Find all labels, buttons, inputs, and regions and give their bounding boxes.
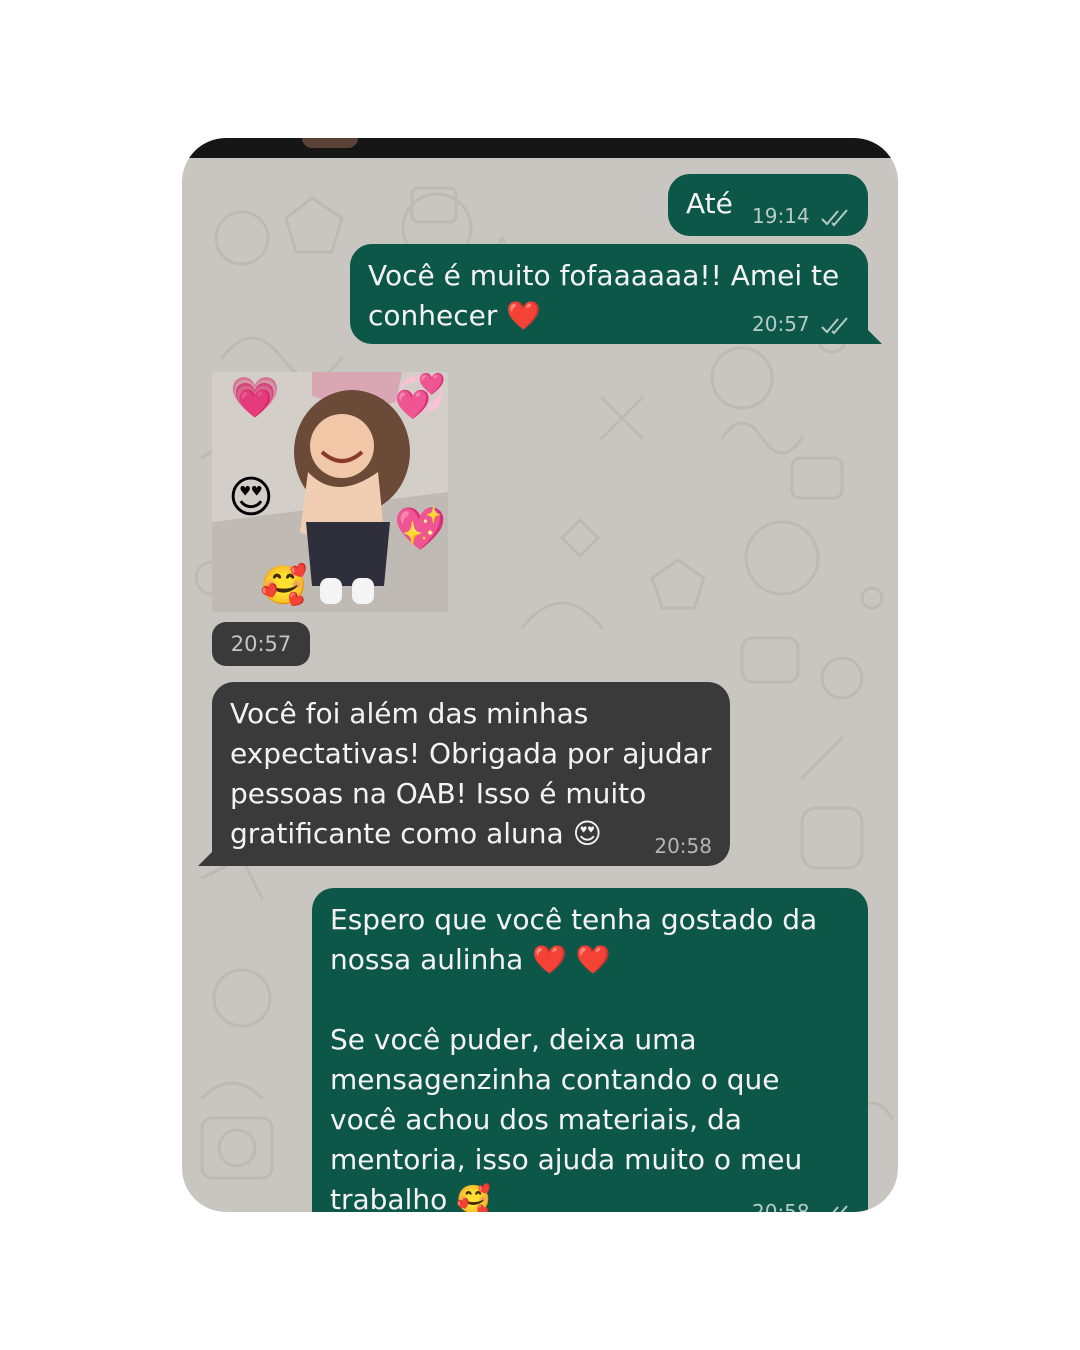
chat-window: Até 19:14 Você é muito fofaaaaaa!! Amei … (182, 138, 898, 1212)
incoming-message[interactable]: Você foi além das minhas expectativas! O… (198, 682, 730, 866)
message-time: 20:58 (752, 1200, 810, 1212)
sparkling-heart-emoji: 💖 (394, 504, 447, 553)
two-hearts-emoji: 💞 (394, 372, 447, 420)
message-time: 19:14 (752, 204, 810, 228)
chat-header-strip (182, 138, 898, 158)
smiling-face-with-hearts-emoji: 🥰 (260, 563, 308, 607)
double-check-icon (821, 316, 848, 334)
double-check-icon (832, 1204, 848, 1212)
image-timestamp: 20:57 (212, 622, 310, 666)
double-check-icon (821, 208, 848, 226)
message-time: 20:58 (654, 834, 712, 858)
message-meta: 20:57 (752, 312, 850, 336)
image-message[interactable]: 💗 💞 😍 💖 🥰 (212, 372, 448, 612)
outgoing-message[interactable]: Espero que você tenha gostado da nossa a… (312, 888, 868, 1212)
contact-avatar[interactable] (302, 138, 358, 148)
outgoing-message[interactable]: Até 19:14 (668, 174, 868, 236)
message-meta: 20:58 (752, 1200, 850, 1212)
outgoing-message[interactable]: Você é muito fofaaaaaa!! Amei te conhece… (350, 244, 882, 344)
growing-heart-emoji: 💗 (230, 375, 280, 421)
message-text: Você foi além das minhas expectativas! O… (230, 697, 712, 850)
message-text: Espero que você tenha gostado da nossa a… (330, 903, 818, 1212)
message-meta: 20:58 (654, 834, 712, 858)
heart-eyes-emoji: 😍 (228, 472, 274, 523)
message-meta: 19:14 (752, 204, 850, 228)
bubble-tail (198, 844, 220, 866)
message-time: 20:57 (752, 312, 810, 336)
bubble-tail (860, 322, 882, 344)
